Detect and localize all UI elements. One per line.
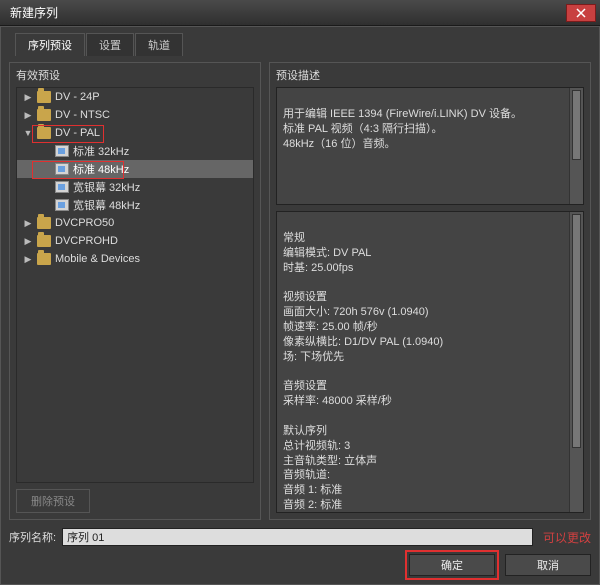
sequence-name-input[interactable] (62, 528, 533, 546)
tree-folder[interactable]: ▶ DVCPROHD (17, 232, 253, 250)
preset-description-title: 预设描述 (276, 67, 584, 83)
tree-item-label: 宽银幕 32kHz (73, 179, 140, 195)
tree-preset[interactable]: 宽银幕 32kHz (17, 178, 253, 196)
folder-icon (37, 253, 51, 265)
tree-folder[interactable]: ▶ DV - 24P (17, 88, 253, 106)
sequence-name-row: 序列名称: 可以更改 (9, 528, 591, 546)
dialog-button-row: 确定 取消 (9, 554, 591, 576)
preset-icon (55, 199, 69, 211)
folder-icon (37, 235, 51, 247)
tree-preset[interactable]: 宽银幕 48kHz (17, 196, 253, 214)
tree-item-label: DVCPROHD (55, 235, 118, 247)
window-titlebar: 新建序列 (0, 0, 600, 26)
annotation-note: 可以更改 (543, 529, 591, 546)
dialog-body: 序列预设 设置 轨道 有效预设 ▶ DV - 24P ▶ DV - NTSC ▼ DV -… (0, 26, 600, 585)
tab-bar: 序列预设 设置 轨道 (15, 33, 591, 56)
folder-icon (37, 127, 51, 139)
tree-item-label: 标准 48kHz (73, 161, 129, 177)
disclosure-arrow-icon[interactable]: ▶ (23, 92, 33, 103)
tree-item-label: DV - 24P (55, 91, 100, 103)
available-presets-panel: 有效预设 ▶ DV - 24P ▶ DV - NTSC ▼ DV - PAL 标准 32kH… (9, 62, 261, 520)
tree-folder[interactable]: ▶ DV - NTSC (17, 106, 253, 124)
window-title: 新建序列 (10, 4, 58, 21)
scrollbar-thumb[interactable] (572, 214, 581, 448)
tree-item-label: 宽银幕 48kHz (73, 197, 140, 213)
description-details: 常规 编辑模式: DV PAL 时基: 25.00fps 视频设置 画面大小: … (276, 211, 584, 513)
tree-preset[interactable]: 标准 48kHz (17, 160, 253, 178)
window-close-button[interactable] (566, 4, 596, 22)
preset-description-panel: 预设描述 用于编辑 IEEE 1394 (FireWire/i.LINK) DV… (269, 62, 591, 520)
tree-folder[interactable]: ▶ DVCPRO50 (17, 214, 253, 232)
disclosure-arrow-icon[interactable]: ▶ (23, 218, 33, 229)
tab-tracks[interactable]: 轨道 (135, 33, 183, 56)
disclosure-arrow-icon[interactable]: ▼ (23, 128, 33, 138)
cancel-button[interactable]: 取消 (505, 554, 591, 576)
tree-item-label: DVCPRO50 (55, 217, 114, 229)
scrollbar[interactable] (569, 88, 583, 204)
tab-presets[interactable]: 序列预设 (15, 33, 85, 56)
disclosure-arrow-icon[interactable]: ▶ (23, 236, 33, 247)
tree-folder[interactable]: ▶ Mobile & Devices (17, 250, 253, 268)
description-details-text: 常规 编辑模式: DV PAL 时基: 25.00fps 视频设置 画面大小: … (283, 232, 443, 513)
delete-preset-button: 删除预设 (16, 489, 90, 513)
preset-icon (55, 163, 69, 175)
description-summary: 用于编辑 IEEE 1394 (FireWire/i.LINK) DV 设备。 … (276, 87, 584, 205)
preset-tree[interactable]: ▶ DV - 24P ▶ DV - NTSC ▼ DV - PAL 标准 32kHz 标准 4… (16, 87, 254, 483)
tree-item-label: Mobile & Devices (55, 253, 140, 265)
sequence-name-label: 序列名称: (9, 529, 56, 545)
folder-icon (37, 109, 51, 121)
tree-folder[interactable]: ▼ DV - PAL (17, 124, 253, 142)
folder-icon (37, 217, 51, 229)
scrollbar-thumb[interactable] (572, 90, 581, 160)
tab-settings[interactable]: 设置 (86, 33, 134, 56)
ok-button[interactable]: 确定 (409, 554, 495, 576)
available-presets-title: 有效预设 (16, 67, 254, 83)
tree-preset[interactable]: 标准 32kHz (17, 142, 253, 160)
folder-icon (37, 91, 51, 103)
scrollbar[interactable] (569, 212, 583, 512)
tree-item-label: 标准 32kHz (73, 143, 129, 159)
tree-item-label: DV - NTSC (55, 109, 110, 121)
tree-item-label: DV - PAL (55, 127, 100, 139)
description-summary-text: 用于编辑 IEEE 1394 (FireWire/i.LINK) DV 设备。 … (283, 108, 522, 150)
preset-icon (55, 145, 69, 157)
preset-icon (55, 181, 69, 193)
disclosure-arrow-icon[interactable]: ▶ (23, 254, 33, 265)
disclosure-arrow-icon[interactable]: ▶ (23, 110, 33, 121)
